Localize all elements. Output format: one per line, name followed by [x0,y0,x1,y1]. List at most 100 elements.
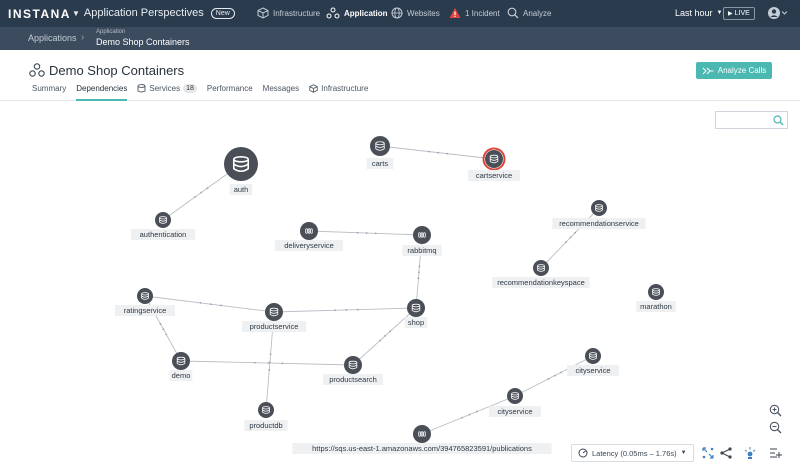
graph-node-shop[interactable]: shop [404,299,428,328]
edge-traffic-dot [384,335,387,337]
graph-node-demo[interactable]: demo [169,352,193,381]
graph-node-carts[interactable]: carts [366,136,394,169]
node-label: authentication [140,230,187,239]
edge-traffic-dot [281,362,284,365]
dependency-graph[interactable]: auth authentication carts cartservice delive… [0,101,800,476]
graph-node-recommendationservice[interactable]: recommendationservice [552,200,646,229]
edge-traffic-dot [159,323,162,325]
nav-websites[interactable]: Websites [391,5,440,21]
edge-traffic-dot [374,232,377,235]
graph-search-input[interactable] [715,111,788,129]
instana-logo[interactable]: INSTANA [8,7,71,21]
tab-infrastructure[interactable]: Infrastructure [309,84,368,101]
node-circle[interactable] [485,150,503,168]
edge-traffic-dot [553,374,556,377]
nav-application[interactable]: Application [326,5,388,21]
node-circle[interactable] [344,356,362,374]
highlight-icon[interactable] [743,446,757,460]
node-circle[interactable] [258,402,274,418]
edge-traffic-dot [389,330,392,333]
graph-node-sqs[interactable]: https://sqs.us-east-1.amazonaws.com/3947… [292,425,552,454]
layout-expand-icon[interactable] [701,446,715,460]
breadcrumb: Applications › Application Demo Shop Con… [0,27,800,50]
analyze-calls-label: Analyze Calls [717,66,767,75]
time-range-picker[interactable]: Last hour ▼ [675,8,722,18]
latency-icon [578,448,588,458]
node-circle[interactable] [648,284,664,300]
edge-traffic-dot [209,303,212,306]
graph-node-authentication[interactable]: authentication [130,212,196,240]
perspectives-label: Application Perspectives [83,7,204,19]
nav-analyze[interactable]: Analyze [507,5,551,21]
node-circle[interactable] [413,226,431,244]
zoom-in-icon[interactable] [769,404,782,417]
tab-dependencies[interactable]: Dependencies [76,84,128,101]
node-circle[interactable] [265,303,283,321]
nav-incident[interactable]: 1 Incident [449,5,500,21]
node-circle[interactable] [172,352,190,370]
edge-productservice-shop[interactable] [273,307,417,313]
node-circle[interactable] [507,388,523,404]
node-circle[interactable] [137,288,153,304]
node-circle[interactable] [407,299,425,317]
edge-traffic-dot [356,308,359,311]
edge-traffic-dot [199,301,202,304]
edge-carts-cartservice[interactable] [379,145,495,160]
chevron-down-icon: ▼ [72,8,80,18]
node-circle[interactable] [370,136,390,156]
graph-node-deliveryservice[interactable]: deliveryservice [274,222,344,251]
warning-icon [449,8,461,18]
share-graph-icon[interactable] [719,446,733,460]
zoom-out-icon[interactable] [769,421,782,434]
app-icon [326,7,340,19]
graph-node-auth[interactable]: auth [224,147,258,195]
node-circle[interactable] [533,260,549,276]
node-circle[interactable] [591,200,607,216]
graph-node-ratingservice[interactable]: ratingservice [115,288,175,316]
search-icon [773,115,784,126]
node-circle[interactable] [155,212,171,228]
edge-traffic-dot [194,196,196,198]
edge-traffic-dot [269,361,271,363]
application-perspectives-menu[interactable]: ▼ Application Perspectives New [72,7,235,19]
tab-services-label: Services [149,84,181,93]
filter-settings-icon[interactable] [768,446,782,460]
tab-messages[interactable]: Messages [263,84,299,101]
graph-node-productdb[interactable]: productdb [244,402,288,431]
node-label: https://sqs.us-east-1.amazonaws.com/3947… [312,444,532,453]
breadcrumb-kind: Application [96,29,126,35]
node-circle[interactable] [413,425,431,443]
user-menu[interactable] [768,6,788,25]
graph-node-rabbitmq[interactable]: rabbitmq [402,226,442,256]
graph-node-productsearch[interactable]: productsearch [323,356,383,385]
time-range-label: Last hour [675,8,713,18]
node-circle[interactable] [224,147,258,181]
node-circle[interactable] [585,348,601,364]
node-circle[interactable] [300,222,318,240]
edge-traffic-dot [220,304,223,307]
tab-summary[interactable]: Summary [32,84,66,101]
breadcrumb-applications[interactable]: Applications [28,33,77,43]
breadcrumb-current: Demo Shop Containers [96,37,190,47]
graph-node-cartservice[interactable]: cartservice [468,147,520,182]
graph-node-productservice[interactable]: productservice [241,303,307,332]
edge-deliveryservice-rabbitmq[interactable] [308,230,423,236]
graph-node-marathon[interactable]: marathon [636,284,676,312]
edge-traffic-dot [569,236,572,239]
nav-infrastructure[interactable]: Infrastructure [257,5,320,21]
graph-node-cityservice1[interactable]: cityservice [567,348,619,376]
edge-demo-productsearch[interactable] [180,360,354,366]
edge-traffic-dot [200,191,203,194]
edge-traffic-dot [165,333,168,336]
graph-node-cityservice2[interactable]: cityservice [489,388,541,417]
graph-node-recommendationkeyspace[interactable]: recommendationkeyspace [492,260,590,288]
dependency-graph-canvas[interactable]: auth authentication carts cartservice delive… [0,101,800,476]
tab-services[interactable]: Services 18 [137,84,197,101]
edge-traffic-dot [428,150,430,153]
live-button[interactable]: ▶ LIVE [723,7,755,20]
tab-summary-label: Summary [32,84,67,93]
tab-infrastructure-label: Infrastructure [321,84,369,93]
latency-filter-dropdown[interactable]: Latency (0.05ms – 1.76s) ▼ [571,444,694,462]
analyze-calls-button[interactable]: Analyze Calls [696,62,772,79]
tab-performance[interactable]: Performance [207,84,253,101]
